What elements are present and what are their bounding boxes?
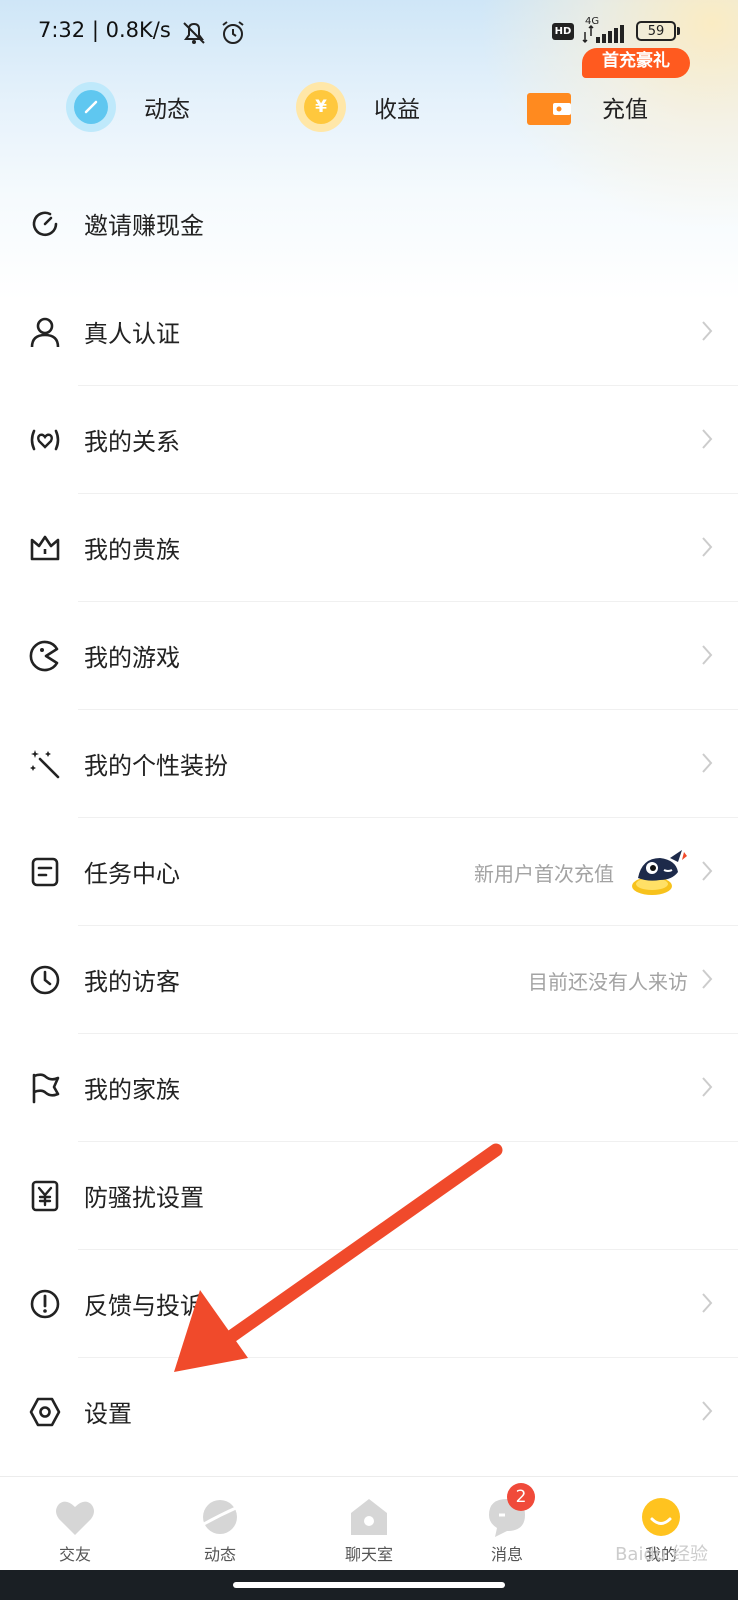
nav-item-messages[interactable]: 2 消息 bbox=[447, 1477, 567, 1571]
menu-item-family[interactable]: 我的家族 bbox=[0, 1034, 738, 1142]
smile-icon bbox=[642, 1498, 680, 1536]
chevron-right-icon bbox=[702, 429, 713, 449]
magic-wand-icon bbox=[30, 750, 60, 779]
menu-item-label: 真人认证 bbox=[84, 320, 180, 348]
menu-item-invite[interactable]: 邀请赚现金 bbox=[0, 170, 738, 278]
nav-label: 聊天室 bbox=[344, 1545, 393, 1564]
nav-item-chatroom[interactable]: 聊天室 bbox=[309, 1477, 429, 1571]
menu-item-label: 任务中心 bbox=[84, 860, 180, 888]
menu-item-feedback[interactable]: 反馈与投诉 bbox=[0, 1250, 738, 1358]
recharge-promo-badge: 首充豪礼 bbox=[582, 48, 690, 78]
home-indicator[interactable] bbox=[233, 1582, 505, 1588]
mute-bell-icon bbox=[183, 22, 205, 44]
nav-label: 动态 bbox=[203, 1545, 236, 1564]
menu-item-label: 设置 bbox=[84, 1400, 132, 1428]
nav-item-moments[interactable]: 动态 bbox=[160, 1477, 280, 1571]
status-time: 7:32 | 0.8K/s bbox=[38, 18, 171, 42]
system-home-bar-area bbox=[0, 1570, 738, 1600]
menu-item-label: 我的贵族 bbox=[84, 536, 180, 564]
action-label: 收益 bbox=[374, 97, 420, 123]
task-icon bbox=[31, 857, 59, 887]
menu-item-hint: 新用户首次充值 bbox=[474, 862, 614, 886]
mascot-icon bbox=[632, 850, 687, 895]
chatroom-icon bbox=[351, 1499, 387, 1535]
heart-icon bbox=[56, 1501, 94, 1535]
menu-item-label: 邀请赚现金 bbox=[84, 212, 204, 240]
battery-icon: 59 bbox=[636, 21, 676, 41]
refresh-icon bbox=[32, 211, 58, 237]
flag-icon bbox=[32, 1073, 60, 1104]
action-label: 动态 bbox=[144, 97, 190, 123]
yuan-coin-icon: ¥ bbox=[296, 82, 346, 132]
menu-item-anti-harassment[interactable]: 防骚扰设置 bbox=[0, 1142, 738, 1250]
chevron-right-icon bbox=[702, 321, 713, 341]
heart-chat-icon bbox=[30, 429, 60, 451]
chevron-right-icon bbox=[702, 861, 713, 881]
chevron-right-icon bbox=[702, 969, 713, 989]
action-earnings[interactable]: ¥ 收益 bbox=[296, 76, 420, 138]
crown-icon bbox=[30, 535, 60, 561]
clock-icon bbox=[30, 965, 60, 995]
top-actions: 动态 ¥ 收益 充值 bbox=[0, 76, 738, 138]
chevron-right-icon bbox=[702, 1401, 713, 1421]
chevron-right-icon bbox=[702, 1293, 713, 1313]
menu-item-label: 我的关系 bbox=[84, 428, 180, 456]
watermark: Baidu 经验 bbox=[615, 1544, 708, 1565]
person-icon bbox=[30, 317, 60, 348]
menu-item-label: 我的访客 bbox=[84, 968, 180, 996]
signal-icon bbox=[582, 24, 624, 44]
chevron-right-icon bbox=[702, 1077, 713, 1097]
alert-icon bbox=[30, 1289, 60, 1319]
menu-item-visitors[interactable]: 我的访客 目前还没有人来访 bbox=[0, 926, 738, 1034]
menu-item-label: 我的个性装扮 bbox=[84, 752, 228, 780]
game-icon bbox=[29, 640, 59, 672]
chevron-right-icon bbox=[702, 537, 713, 557]
menu-item-label: 反馈与投诉 bbox=[84, 1292, 204, 1320]
chevron-right-icon bbox=[702, 753, 713, 773]
hd-icon: HD bbox=[552, 23, 574, 40]
wallet-icon bbox=[524, 82, 574, 132]
menu-list: 邀请赚现金 真人认证 我的关系 我的贵族 我的游戏 我的个性装扮 任务中心 新用… bbox=[0, 170, 738, 1466]
action-recharge[interactable]: 充值 bbox=[524, 76, 648, 138]
unread-badge: 2 bbox=[507, 1483, 535, 1511]
nav-label: 交友 bbox=[58, 1545, 91, 1564]
menu-item-settings[interactable]: 设置 bbox=[0, 1358, 738, 1466]
nav-label: 消息 bbox=[490, 1545, 523, 1564]
action-label: 充值 bbox=[602, 97, 648, 123]
menu-item-relationships[interactable]: 我的关系 bbox=[0, 386, 738, 494]
menu-item-nobility[interactable]: 我的贵族 bbox=[0, 494, 738, 602]
menu-item-games[interactable]: 我的游戏 bbox=[0, 602, 738, 710]
action-moments[interactable]: 动态 bbox=[66, 76, 190, 138]
alarm-icon bbox=[222, 21, 244, 44]
settings-icon bbox=[29, 1397, 61, 1427]
battery-tip bbox=[677, 27, 680, 35]
menu-item-label: 我的游戏 bbox=[84, 644, 180, 672]
menu-item-hint: 目前还没有人来访 bbox=[528, 970, 688, 994]
nav-item-friends[interactable]: 交友 bbox=[15, 1477, 135, 1571]
pencil-icon bbox=[66, 82, 116, 132]
planet-icon bbox=[201, 1500, 239, 1534]
shield-yuan-icon bbox=[31, 1180, 59, 1212]
chevron-right-icon bbox=[702, 645, 713, 665]
menu-item-task-center[interactable]: 任务中心 新用户首次充值 bbox=[0, 818, 738, 926]
menu-item-dress-up[interactable]: 我的个性装扮 bbox=[0, 710, 738, 818]
menu-item-label: 防骚扰设置 bbox=[84, 1184, 204, 1212]
menu-item-real-person-verification[interactable]: 真人认证 bbox=[0, 278, 738, 386]
menu-item-label: 我的家族 bbox=[84, 1076, 180, 1104]
